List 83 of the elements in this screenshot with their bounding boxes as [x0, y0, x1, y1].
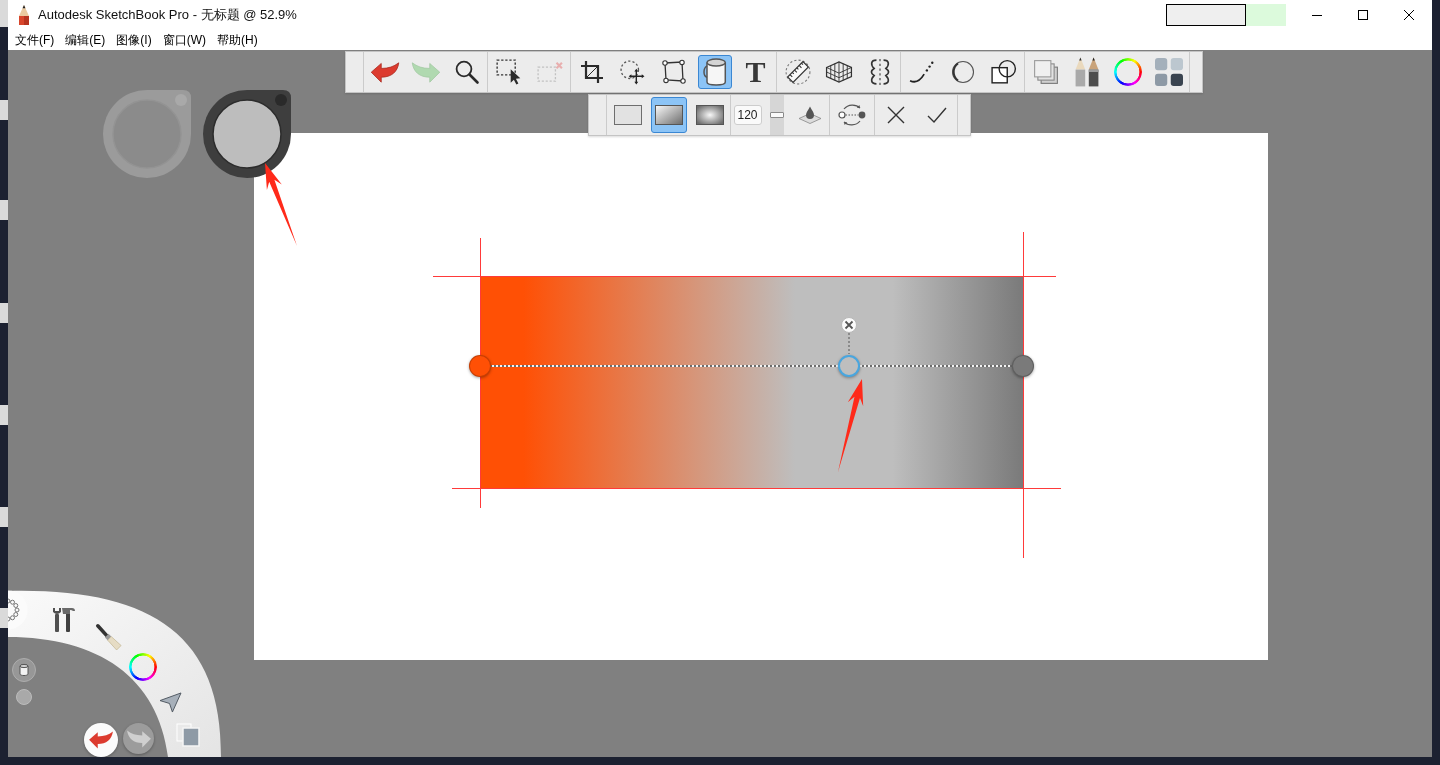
crop-icon — [579, 60, 604, 84]
undo-button[interactable] — [369, 61, 400, 83]
move-icon — [620, 59, 645, 85]
undo-button[interactable] — [84, 723, 118, 757]
window-edge — [0, 0, 8, 27]
pages-icon — [1032, 59, 1059, 85]
undo-icon — [88, 731, 114, 749]
close-icon[interactable] — [1404, 10, 1414, 20]
crop-tool-button[interactable] — [579, 60, 604, 84]
undo-icon — [369, 61, 400, 83]
pencils-icon — [1073, 57, 1100, 87]
tolerance-slider[interactable] — [770, 95, 784, 135]
linear-gradient-button[interactable] — [650, 97, 687, 133]
selection-icon — [495, 59, 522, 85]
maximize-icon[interactable] — [1358, 10, 1368, 20]
color-puck[interactable] — [203, 90, 291, 178]
fill-tool-button[interactable] — [697, 55, 732, 89]
menu-item[interactable]: 帮助(H) — [212, 30, 263, 50]
indicator-block — [1246, 4, 1286, 26]
tiles-icon — [1154, 58, 1183, 86]
desktop-icon — [0, 405, 8, 425]
ruler-icon — [784, 59, 811, 85]
tolerance-field[interactable]: 120 — [733, 105, 762, 125]
bucket-icon[interactable] — [12, 658, 36, 682]
solid-fill-icon — [613, 105, 642, 125]
cancel-button[interactable] — [886, 106, 905, 124]
droplet-icon[interactable] — [797, 105, 822, 125]
redo-icon — [125, 729, 152, 748]
pencil-icon — [18, 5, 30, 25]
shapes-icon — [990, 59, 1017, 85]
menu-item[interactable]: 窗口(W) — [157, 30, 211, 50]
curve-icon — [908, 60, 935, 84]
desktop-icon — [0, 303, 8, 323]
minimize-icon[interactable] — [1312, 14, 1322, 16]
distort-icon — [661, 60, 686, 84]
menu-item[interactable]: 图像(I) — [111, 30, 157, 50]
radial-gradient-icon — [695, 105, 724, 125]
close-icon — [845, 321, 854, 329]
window-title: Autodesk SketchBook Pro - 无标题 @ 52.9% — [38, 6, 297, 24]
select-tool-button[interactable] — [495, 59, 522, 85]
menu-item[interactable]: 文件(F) — [10, 30, 60, 50]
input-box[interactable] — [1166, 4, 1246, 26]
cross-icon — [886, 106, 905, 124]
check-icon — [926, 107, 947, 123]
dot-icon[interactable] — [16, 689, 32, 705]
layers-button[interactable] — [1032, 59, 1059, 85]
text-tool-button[interactable]: T — [745, 58, 766, 86]
swap-icon — [837, 103, 867, 127]
stroke-tool-button[interactable] — [908, 60, 935, 84]
slider-handle[interactable] — [770, 112, 784, 118]
brush-icon[interactable] — [96, 624, 122, 650]
ellipse-tool-button[interactable] — [950, 60, 975, 84]
perspective-tool-button[interactable] — [825, 60, 852, 84]
color-button[interactable] — [1113, 58, 1142, 86]
magnifier-icon — [454, 60, 479, 84]
bucket-icon — [702, 58, 727, 86]
desktop-icon — [0, 608, 8, 628]
palette-button[interactable] — [1154, 58, 1183, 86]
ruler-tool-button[interactable] — [784, 59, 811, 85]
clear-selection-icon — [536, 60, 563, 84]
redo-icon — [410, 61, 441, 83]
radial-gradient-button[interactable] — [695, 105, 724, 125]
brushes-button[interactable] — [1073, 57, 1100, 87]
pages-icon[interactable] — [176, 723, 200, 747]
linear-gradient-icon — [654, 105, 683, 125]
color-wheel-icon — [1113, 58, 1142, 86]
desktop-icon — [0, 507, 8, 527]
shapes-tool-button[interactable] — [990, 59, 1017, 85]
stop-connector — [848, 333, 851, 354]
desktop-icon — [0, 200, 8, 220]
menu-item[interactable]: 编辑(E) — [60, 30, 111, 50]
swap-button[interactable] — [837, 103, 867, 127]
ellipse-icon — [950, 60, 975, 84]
hammer-wrench-icon[interactable] — [52, 606, 76, 634]
confirm-button[interactable] — [926, 107, 947, 123]
gradient-stop-handle[interactable] — [838, 355, 861, 377]
distort-tool-button[interactable] — [661, 60, 686, 84]
desktop-icon — [0, 100, 8, 120]
solid-fill-button[interactable] — [613, 105, 642, 125]
zoom-tool-button[interactable] — [454, 60, 479, 84]
transform-tool-button[interactable] — [620, 59, 645, 85]
grid-icon — [825, 60, 852, 84]
pointer-icon[interactable] — [159, 692, 182, 713]
